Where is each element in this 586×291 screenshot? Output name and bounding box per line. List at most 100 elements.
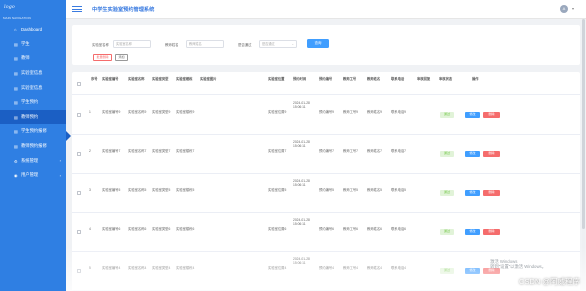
table-cell-name: 实验室名称7 xyxy=(128,149,147,153)
table-cell-booking: 预约编号7 xyxy=(319,149,335,153)
activate-windows-watermark: 激活 Windows 转到“设置”以激活 Windows。 xyxy=(490,259,546,269)
row-divider xyxy=(72,134,580,135)
table-cell-code: 实验室编号5 xyxy=(102,188,121,192)
select-all-checkbox[interactable] xyxy=(77,82,81,86)
table-cell-type: 实验室类型5 xyxy=(152,188,171,192)
table-cell-type: 实验室类型7 xyxy=(152,149,171,153)
list-icon: ▤ xyxy=(14,129,18,135)
sidebar-item-label: 实验室信息 xyxy=(21,84,43,90)
column-header: 审核状态 xyxy=(439,77,453,81)
approved-label: 是否通过 xyxy=(238,43,252,47)
delete-button[interactable]: 删除 xyxy=(483,229,500,235)
edit-button[interactable]: 修改 xyxy=(465,151,480,157)
sidebar-item-label: 学生预约报修 xyxy=(21,128,47,134)
column-header: 教师工号 xyxy=(343,77,357,81)
status-badge: 通过 xyxy=(440,112,454,118)
avatar[interactable]: A xyxy=(560,5,568,13)
sidebar-item-1[interactable]: ▤ 学生 xyxy=(0,37,66,52)
table-cell-code: 实验室编号7 xyxy=(102,149,121,153)
sidebar-item-2[interactable]: ▤ 教师 xyxy=(0,51,66,66)
approved-select-value: 是否通过 xyxy=(262,41,275,46)
table-cell-type: 实验室类型4 xyxy=(152,266,171,270)
table-cell-building: 实验室楼栋7 xyxy=(176,149,195,153)
table-cell-phone: 联系电话5 xyxy=(391,188,407,192)
sidebar-item-5[interactable]: ▤ 学生预约 xyxy=(0,95,66,110)
column-header: 实验室名称 xyxy=(128,77,145,81)
status-badge: 通过 xyxy=(440,190,454,196)
table-cell-location: 实验室位置9 xyxy=(268,110,287,114)
table-cell-tid: 教师工号7 xyxy=(343,149,359,153)
row-checkbox[interactable] xyxy=(77,113,81,117)
user-icon: ◉ xyxy=(14,173,18,179)
sidebar-item-9[interactable]: ⚙ 系统管理 › xyxy=(0,153,66,168)
table-cell-building: 实验室楼栋6 xyxy=(176,227,195,231)
row-checkbox[interactable] xyxy=(77,152,81,156)
sidebar-item-4[interactable]: ▤ 实验室信息 xyxy=(0,80,66,95)
delete-button[interactable]: 删除 xyxy=(483,151,500,157)
sidebar-item-label: 教师预约 xyxy=(21,113,39,119)
sidebar-item-10[interactable]: ◉ 用户管理 › xyxy=(0,168,66,183)
table-cell-type: 实验室类型9 xyxy=(152,110,171,114)
list-icon: ▤ xyxy=(14,85,18,91)
filter-panel: 实验室名称 实验室名称 教师姓名 教师姓名 是否通过 是否通过 ⌄ 查询 批量删除… xyxy=(72,25,580,65)
system-title: 中学生实验室预约管理系统 xyxy=(92,6,155,13)
row-divider xyxy=(72,173,580,174)
column-header: 联系电话 xyxy=(391,77,405,81)
list-icon: ▤ xyxy=(14,144,18,150)
table-cell-tid: 教师工号6 xyxy=(343,227,359,231)
page-scrollbar[interactable] xyxy=(582,19,585,289)
nav-list: ⌂ Dashboard ▤ 学生 ▤ 教师 ▤ 实验室信息 ▤ 实验室信息 ▤ 学生预约 ▤ 教师预约 ▤ 学… xyxy=(0,22,66,183)
table-cell-location: 实验室位置4 xyxy=(268,266,287,270)
table-cell-code: 实验室编号6 xyxy=(102,227,121,231)
logo: logo xyxy=(4,4,15,10)
sidebar-item-label: 用户管理 xyxy=(21,172,39,178)
list-icon: ▤ xyxy=(14,56,18,62)
sidebar-item-8[interactable]: ▤ 教师预约报修 xyxy=(0,139,66,154)
column-header: 教师姓名 xyxy=(367,77,381,81)
approved-select[interactable]: 是否通过 ⌄ xyxy=(259,39,297,48)
bulk-delete-button[interactable]: 批量删除 xyxy=(93,54,112,61)
sidebar-item-3[interactable]: ▤ 实验室信息 xyxy=(0,66,66,81)
edit-button[interactable]: 修改 xyxy=(465,112,480,118)
search-button[interactable]: 查询 xyxy=(307,39,329,48)
table-cell-time: 2024-01-28 15:06:11 xyxy=(293,179,310,188)
delete-button[interactable]: 删除 xyxy=(483,112,500,118)
table-cell-phone: 联系电话9 xyxy=(391,110,407,114)
sidebar-item-label: 教师预约报修 xyxy=(21,143,47,149)
row-divider xyxy=(72,251,580,252)
list-icon: ▤ xyxy=(14,41,18,47)
table-cell-booking: 预约编号6 xyxy=(319,227,335,231)
table-cell-type: 实验室类型6 xyxy=(152,227,171,231)
table-cell-location: 实验室位置5 xyxy=(268,188,287,192)
sidebar-item-0[interactable]: ⌂ Dashboard xyxy=(0,22,66,37)
table-cell-code: 实验室编号4 xyxy=(102,266,121,270)
table-cell-tid: 教师工号5 xyxy=(343,188,359,192)
column-header: 审核回复 xyxy=(417,77,431,81)
row-checkbox[interactable] xyxy=(77,230,81,234)
sidebar-item-7[interactable]: ▤ 学生预约报修 xyxy=(0,124,66,139)
chevron-right-icon: › xyxy=(59,158,61,164)
row-checkbox[interactable] xyxy=(77,269,81,273)
table-cell-name: 实验室名称5 xyxy=(128,188,147,192)
edit-button[interactable]: 修改 xyxy=(465,190,480,196)
add-button[interactable]: 添加 xyxy=(115,54,128,61)
row-checkbox[interactable] xyxy=(77,191,81,195)
lab-name-input[interactable]: 实验室名称 xyxy=(113,39,151,48)
edit-button[interactable]: 修改 xyxy=(465,268,480,274)
table-cell-phone: 联系电话4 xyxy=(391,266,407,270)
table-cell-booking: 预约编号9 xyxy=(319,110,335,114)
row-divider xyxy=(72,212,580,213)
table-cell-phone: 联系电话6 xyxy=(391,227,407,231)
table-cell-tname: 教师姓名5 xyxy=(367,188,383,192)
sidebar-item-6[interactable]: ▤ 教师预约 xyxy=(0,109,66,125)
gear-icon: ⚙ xyxy=(14,158,18,164)
table-cell-phone: 联系电话7 xyxy=(391,149,407,153)
nav-caption: MAIN NAVIGATION xyxy=(3,16,31,20)
delete-button[interactable]: 删除 xyxy=(483,190,500,196)
user-menu-caret-icon[interactable]: ▾ xyxy=(572,6,574,11)
menu-toggle-icon[interactable] xyxy=(72,5,82,13)
edit-button[interactable]: 修改 xyxy=(465,229,480,235)
scrollbar-thumb[interactable] xyxy=(582,19,585,229)
list-icon: ▤ xyxy=(14,71,18,77)
teacher-name-input[interactable]: 教师姓名 xyxy=(186,39,224,48)
